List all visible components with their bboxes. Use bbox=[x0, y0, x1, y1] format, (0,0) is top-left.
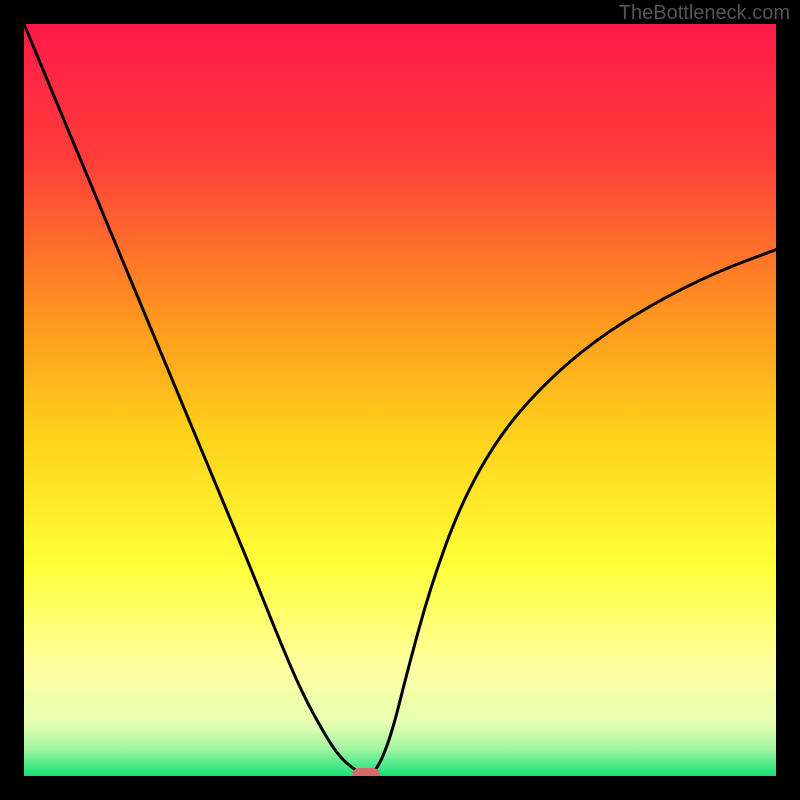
min-point-marker bbox=[352, 768, 380, 776]
chart-svg bbox=[24, 24, 776, 776]
watermark-text: TheBottleneck.com bbox=[619, 2, 790, 25]
bottleneck-chart bbox=[24, 24, 776, 776]
